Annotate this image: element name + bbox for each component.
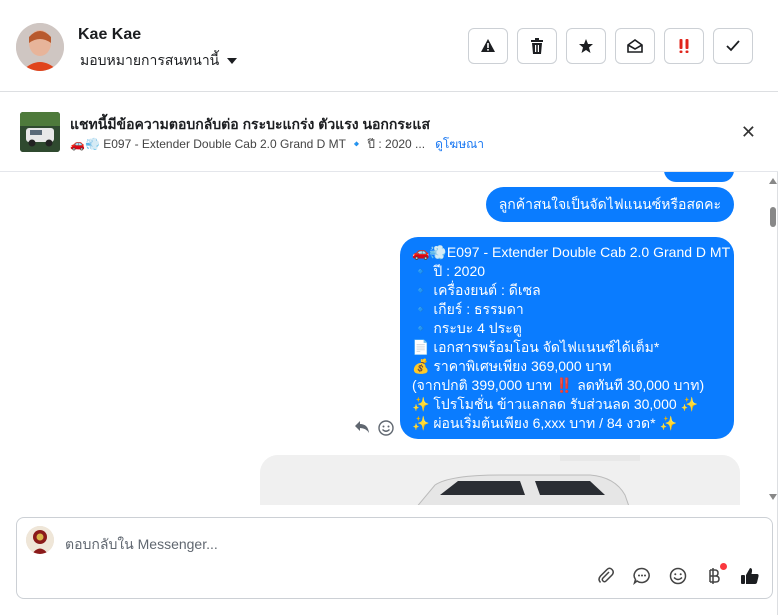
page-avatar [26,526,54,554]
message-line: 🔹 เกียร์ : ธรรมดา [412,301,524,317]
message-line: 🔹 เครื่องยนต์ : ดีเซล [412,282,541,298]
emoji-icon [669,567,687,585]
reply-input[interactable]: ตอบกลับใน Messenger... [65,534,218,556]
chat-bubble-icon [633,567,650,585]
message-actions [354,420,394,436]
close-icon[interactable]: ✕ [741,122,756,143]
conversation-actions [468,28,753,64]
scroll-down-arrow[interactable] [769,494,777,500]
emoji-react-icon[interactable] [378,420,394,436]
assign-label: มอบหมายการสนทนานี้ [80,52,220,68]
message-line: 💰 ราคาพิเศษเพียง 369,000 บาท [412,358,612,374]
composer-tools [596,563,760,586]
baht-icon [709,568,720,584]
ad-subtitle-row: 🚗💨 E097 - Extender Double Cab 2.0 Grand … [70,135,484,154]
avatar-image [16,23,64,71]
contact-avatar[interactable] [16,23,64,71]
message-line: 📄 เอกสารพร้อมโอน จัดไฟแนนซ์ได้เต็ม* [412,339,660,355]
page-avatar-image [26,526,54,554]
chevron-down-icon [227,58,238,64]
ad-subtitle: 🚗💨 E097 - Extender Double Cab 2.0 Grand … [70,137,426,151]
payment-button[interactable] [704,563,727,586]
check-icon [726,40,740,52]
view-ad-link[interactable]: ดูโฆษณา [435,135,484,154]
contact-name: Kae Kae [78,26,142,43]
report-spam-button[interactable] [468,28,508,64]
ad-thumbnail-image [20,112,60,152]
ad-reply-banner: แชทนี้มีข้อความตอบกลับต่อ กระบะแกร่ง ตัว… [0,92,778,172]
message-line: 🔹 ปี : 2020 [412,263,486,279]
star-icon [579,39,593,53]
reply-icon[interactable] [354,420,370,434]
ad-title: แชทนี้มีข้อความตอบกลับต่อ กระบะแกร่ง ตัว… [70,116,430,132]
message-bubble[interactable]: ลูกค้าสนใจเป็นจัดไฟแนนซ์หรือสดคะ [485,187,734,222]
scroll-up-arrow[interactable] [769,178,777,184]
message-line: ✨ โปรโมชั่น ข้าวแลกลด รับส่วนลด 30,000 ✨ [412,396,698,412]
double-exclamation-icon [679,39,689,53]
notification-dot [720,563,727,570]
message-line: 🚗💨E097 - Extender Double Cab 2.0 Grand D… [412,244,731,260]
thumbs-up-icon [741,568,759,584]
like-button[interactable] [740,566,760,586]
conversation-panel: Kae Kae มอบหมายการสนทนานี้ แชทนี้มีข้อคว… [0,0,778,615]
mark-done-button[interactable] [713,28,753,64]
message-line: (จากปกติ 399,000 บาท ‼️ ลดทันที 30,000 บ… [412,377,705,393]
assign-conversation-dropdown[interactable]: มอบหมายการสนทนานี้ [80,50,238,72]
emoji-button[interactable] [668,566,688,586]
message-bubble-listing[interactable]: 🚗💨E097 - Extender Double Cab 2.0 Grand D… [400,237,734,439]
scrollbar-thumb[interactable] [770,207,776,227]
envelope-open-icon [627,39,643,53]
warning-icon [481,39,495,52]
trash-icon [531,38,543,54]
saved-replies-button[interactable] [632,566,652,586]
delete-button[interactable] [517,28,557,64]
mark-unread-button[interactable] [615,28,655,64]
message-composer: ตอบกลับใน Messenger... [16,517,773,599]
message-photo[interactable] [260,455,740,505]
truck-photo [260,455,740,505]
message-line: 🔹 กระบะ 4 ประตู [412,320,522,336]
message-bubble [664,172,734,182]
conversation-header: Kae Kae มอบหมายการสนทนานี้ [0,0,778,92]
ad-thumbnail[interactable] [20,112,60,152]
paperclip-icon [598,567,614,584]
attach-button[interactable] [596,566,616,586]
message-line: ✨ ผ่อนเริ่มต้นเพียง 6,xxx บาท / 84 งวด* … [412,415,677,431]
star-button[interactable] [566,28,606,64]
follow-up-button[interactable] [664,28,704,64]
message-list: ลูกค้าสนใจเป็นจัดไฟแนนซ์หรือสดคะ 🚗💨E097 … [0,172,770,505]
